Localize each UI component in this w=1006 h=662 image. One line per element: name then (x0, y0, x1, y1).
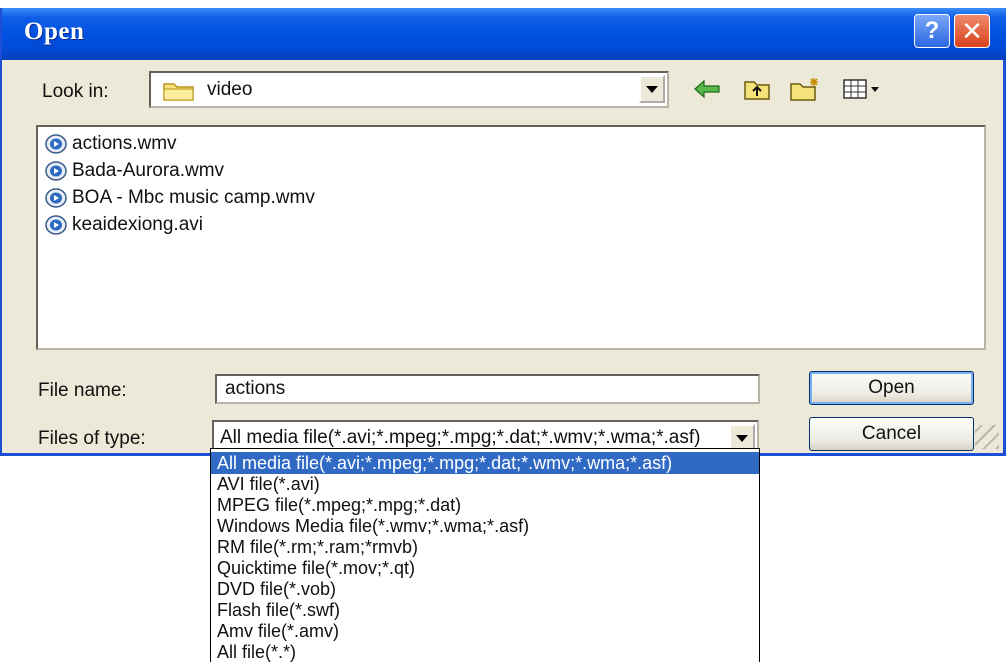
media-file-icon (45, 161, 67, 181)
back-icon (694, 79, 720, 99)
list-item[interactable]: BOA - Mbc music camp.wmv (44, 185, 315, 211)
look-in-label: Look in: (42, 81, 109, 102)
view-menu-button[interactable] (840, 74, 884, 104)
file-list[interactable]: actions.wmv Bada-Aurora.wmv BOA - Mbc mu… (36, 125, 986, 350)
file-type-option[interactable]: RM file(*.rm;*.ram;*rmvb) (211, 536, 759, 558)
file-name: BOA - Mbc music camp.wmv (72, 187, 315, 208)
media-file-icon (45, 134, 67, 154)
file-name: actions.wmv (72, 133, 177, 154)
chevron-down-icon (646, 85, 658, 93)
folder-icon (163, 83, 194, 101)
file-type-option[interactable]: Flash file(*.swf) (211, 599, 759, 621)
file-type-option[interactable]: MPEG file(*.mpeg;*.mpg;*.dat) (211, 494, 759, 516)
file-type-option[interactable]: All file(*.*) (211, 641, 759, 662)
open-button[interactable]: Open (809, 371, 974, 405)
media-file-icon (45, 188, 67, 208)
up-folder-button[interactable] (740, 74, 774, 104)
help-button[interactable]: ? (914, 14, 950, 48)
look-in-dropdown-arrow[interactable] (639, 75, 665, 103)
up-folder-icon (744, 81, 770, 100)
list-item[interactable]: keaidexiong.avi (44, 212, 203, 238)
look-in-dropdown[interactable]: video (149, 71, 669, 108)
close-button[interactable]: ✕ (954, 14, 990, 48)
chevron-down-icon (736, 434, 748, 442)
file-type-option[interactable]: All media file(*.avi;*.mpeg;*.mpg;*.dat;… (211, 452, 759, 474)
file-name: Bada-Aurora.wmv (72, 160, 225, 181)
file-type-option[interactable]: Windows Media file(*.wmv;*.wma;*.asf) (211, 515, 759, 537)
file-type-options-list[interactable]: All media file(*.avi;*.mpeg;*.mpg;*.dat;… (210, 448, 760, 662)
file-type-option[interactable]: Quicktime file(*.mov;*.qt) (211, 557, 759, 579)
view-menu-icon (843, 79, 879, 99)
open-dialog: Open ? ✕ Look in: video actions.wmv Bada… (0, 8, 1006, 456)
file-type-option[interactable]: DVD file(*.vob) (211, 578, 759, 600)
new-folder-icon (790, 78, 818, 101)
file-type-value: All media file(*.avi;*.mpeg;*.mpg;*.dat;… (220, 427, 701, 448)
file-type-label: Files of type: (38, 428, 146, 449)
file-name: keaidexiong.avi (72, 214, 203, 235)
file-name-input[interactable] (215, 374, 760, 404)
list-item[interactable]: Bada-Aurora.wmv (44, 158, 224, 184)
title-bar[interactable]: Open ? ✕ (2, 8, 1006, 60)
new-folder-button[interactable] (788, 74, 822, 104)
file-type-option[interactable]: AVI file(*.avi) (211, 473, 759, 495)
file-type-option[interactable]: Amv file(*.amv) (211, 620, 759, 642)
media-file-icon (45, 215, 67, 235)
cancel-button[interactable]: Cancel (809, 417, 974, 451)
look-in-value: video (207, 79, 253, 100)
back-button[interactable] (690, 74, 724, 104)
dialog-title: Open (24, 18, 85, 45)
resize-grip[interactable] (975, 425, 999, 449)
list-item[interactable]: actions.wmv (44, 131, 177, 157)
file-name-label: File name: (38, 380, 127, 401)
